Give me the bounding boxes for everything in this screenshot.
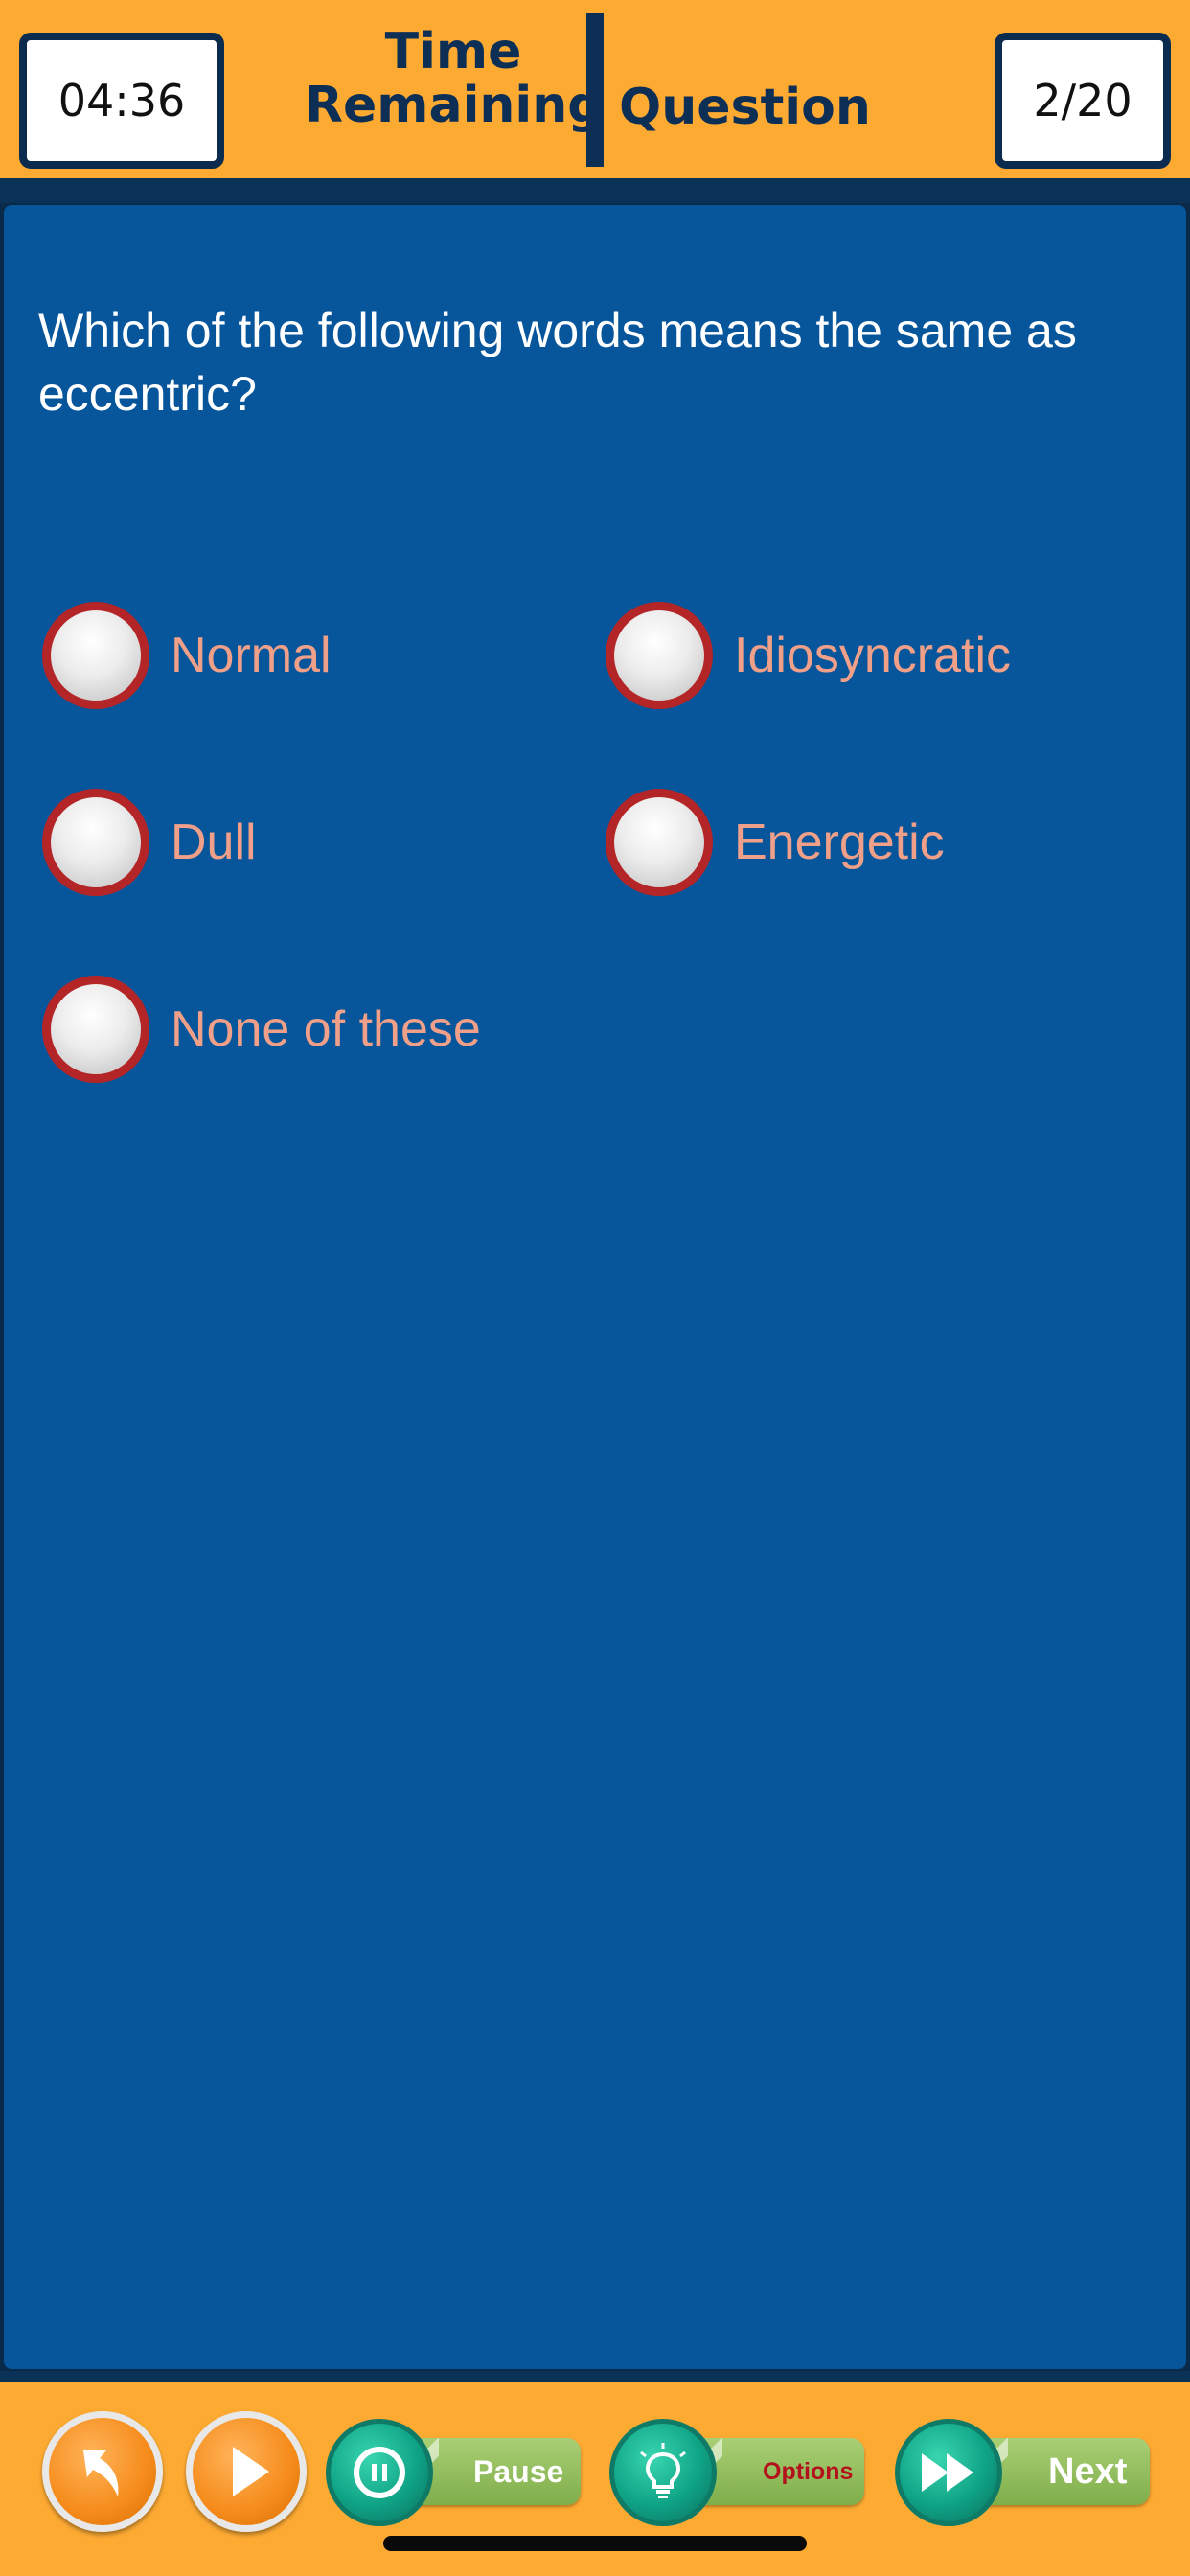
option-normal[interactable]: Normal	[42, 602, 332, 709]
option-idiosyncratic[interactable]: Idiosyncratic	[606, 602, 1011, 709]
options-button[interactable]: Options	[609, 2419, 866, 2528]
option-label: Energetic	[734, 815, 945, 870]
option-label: None of these	[171, 1001, 481, 1057]
footer-divider-strip	[0, 2371, 1190, 2382]
play-button[interactable]	[186, 2411, 307, 2532]
lightbulb-icon	[609, 2419, 717, 2526]
header-divider-strip	[0, 178, 1190, 203]
option-energetic[interactable]: Energetic	[606, 789, 945, 896]
radio-button[interactable]	[42, 602, 149, 709]
pause-icon	[326, 2419, 433, 2526]
pause-glyph	[354, 2447, 405, 2498]
header-divider	[586, 13, 604, 167]
back-button[interactable]	[42, 2411, 163, 2532]
timer-display: 04:36	[19, 33, 224, 169]
top-bar: 04:36 Time Remaining Question 2/20	[0, 0, 1190, 178]
question-counter: 2/20	[995, 33, 1171, 169]
radio-button[interactable]	[42, 976, 149, 1083]
home-indicator[interactable]	[383, 2536, 807, 2551]
options-label: Options	[763, 2458, 854, 2485]
fast-forward-icon	[895, 2419, 1002, 2526]
pause-button[interactable]: Pause	[326, 2419, 581, 2528]
question-text: Which of the following words means the s…	[38, 304, 1077, 421]
radio-button[interactable]	[42, 789, 149, 896]
next-button[interactable]: Next	[895, 2419, 1154, 2528]
question-label: Question	[619, 79, 871, 136]
option-none-of-these[interactable]: None of these	[42, 976, 481, 1083]
radio-button[interactable]	[606, 789, 713, 896]
pause-label: Pause	[473, 2454, 564, 2489]
lightbulb-glyph	[640, 2443, 686, 2498]
time-label-line1: Time	[384, 23, 522, 80]
option-label: Idiosyncratic	[734, 628, 1011, 683]
play-icon	[233, 2447, 269, 2496]
option-label: Dull	[171, 815, 257, 870]
time-remaining-label: Time Remaining	[305, 23, 604, 134]
fast-forward-glyph	[922, 2453, 973, 2492]
option-dull[interactable]: Dull	[42, 789, 257, 896]
question-panel: Which of the following words means the s…	[4, 205, 1186, 2369]
option-label: Normal	[171, 628, 332, 683]
back-arrow-icon	[83, 2450, 119, 2496]
radio-button[interactable]	[606, 602, 713, 709]
time-label-line2: Remaining	[305, 77, 604, 134]
next-label: Next	[1048, 2451, 1128, 2492]
